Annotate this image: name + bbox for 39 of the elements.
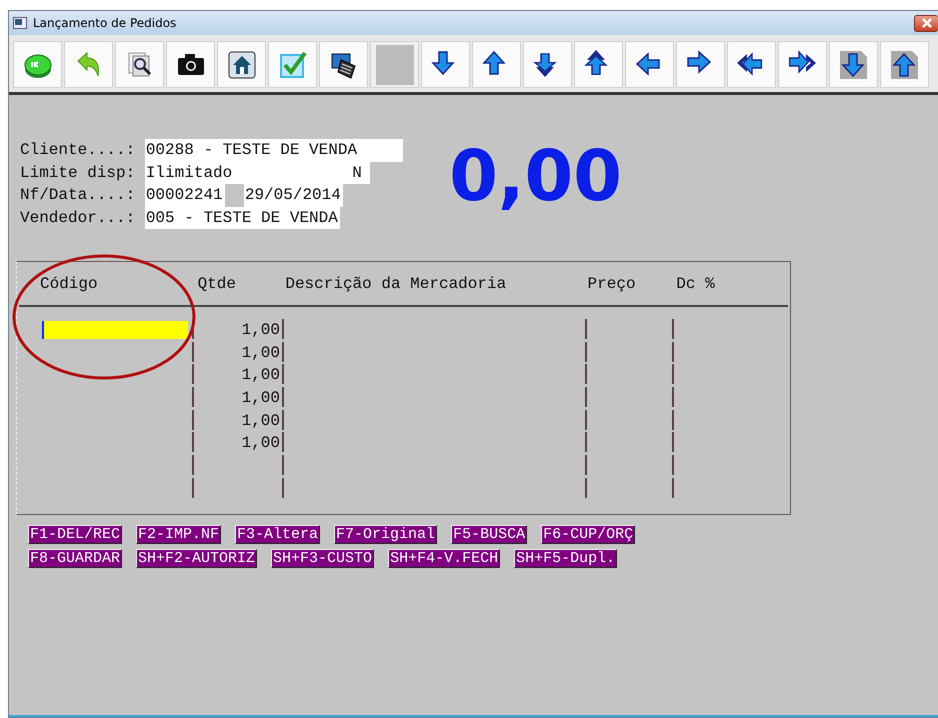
close-button[interactable] xyxy=(914,14,938,32)
field-label: Cliente....: xyxy=(20,140,136,161)
function-key-button[interactable]: SH+F3-CUSTO xyxy=(271,549,374,568)
field-value: 005 - TESTE DE VENDA xyxy=(144,206,340,229)
function-key-button[interactable]: F7-Original xyxy=(334,525,438,544)
field-value: N xyxy=(234,162,370,184)
function-key-button[interactable]: F1-DEL/REC xyxy=(28,525,122,544)
column-header: Preço xyxy=(588,275,636,294)
function-key-button[interactable]: F2-IMP.NF xyxy=(136,525,222,544)
quantity-cell-text: 1,00 xyxy=(242,388,281,408)
code-input-field[interactable] xyxy=(42,321,188,339)
field-value: Ilimitado xyxy=(144,162,234,184)
field-value: 29/05/2014 xyxy=(244,184,343,206)
function-key-button[interactable]: F3-Altera xyxy=(235,525,320,544)
home-icon[interactable] xyxy=(226,50,256,80)
quantity-cell-text: 1,00 xyxy=(242,365,281,384)
field-label: Vendedor...: xyxy=(20,208,136,228)
window-icon xyxy=(13,17,27,29)
function-key-button[interactable]: SH+F4-V.FECH xyxy=(388,549,500,568)
quantity-cell-text: 1,00 xyxy=(242,410,281,430)
quantity-cell-text: 1,00 xyxy=(242,320,281,339)
field-label: Nf/Data....: xyxy=(20,185,136,206)
close-icon[interactable] xyxy=(922,18,932,28)
field-value: 00002241 xyxy=(144,184,225,206)
function-key-button[interactable]: F6-CUP/ORÇ xyxy=(541,525,636,544)
column-header: Dc % xyxy=(676,275,715,294)
column-header: Qtde xyxy=(198,275,236,294)
function-key-button[interactable]: SH+F5-Dupl. xyxy=(514,549,618,568)
column-header: Descrição da Mercadoria xyxy=(285,275,506,294)
column-header: Código xyxy=(40,275,98,294)
field-label: Limite disp: xyxy=(20,162,136,184)
window-title: Lançamento de Pedidos xyxy=(33,15,176,32)
field-value: 00288 - TESTE DE VENDA xyxy=(144,139,404,162)
total-amount: 0,00 xyxy=(449,141,622,211)
function-key-button[interactable]: F8-GUARDAR xyxy=(28,549,122,568)
quantity-cell-text: 1,00 xyxy=(242,433,281,452)
function-key-button[interactable]: SH+F2-AUTORIZ xyxy=(136,549,258,568)
quantity-cell-text: 1,00 xyxy=(242,342,281,362)
function-key-button[interactable]: F5-BUSCA xyxy=(451,525,528,544)
